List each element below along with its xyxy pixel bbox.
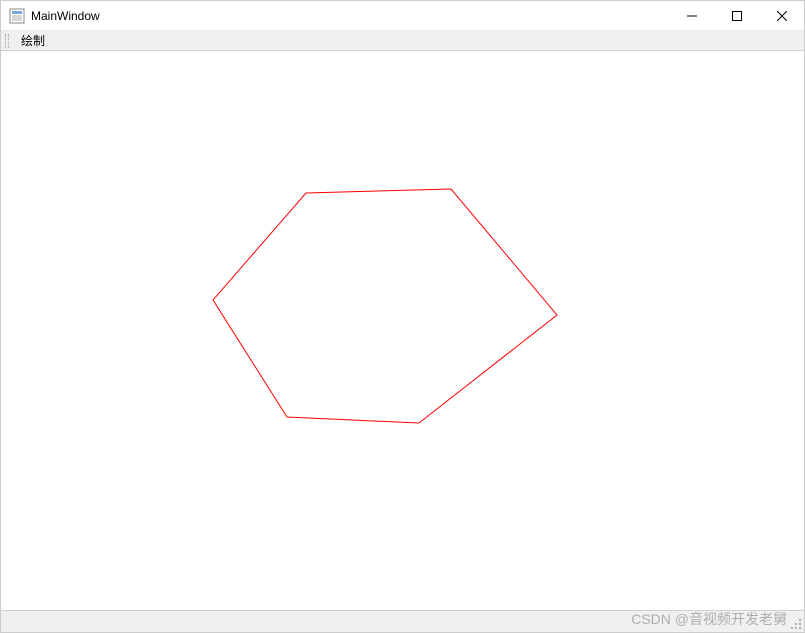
window-title: MainWindow — [31, 9, 669, 23]
canvas-area[interactable] — [1, 51, 804, 610]
toolbar-grip-icon[interactable] — [5, 34, 9, 48]
titlebar[interactable]: MainWindow — [1, 1, 804, 31]
menu-item-draw[interactable]: 绘制 — [13, 31, 53, 50]
main-window: MainWindow 绘制 — [0, 0, 805, 633]
window-controls — [669, 1, 804, 30]
statusbar — [1, 610, 804, 632]
hexagon-shape — [213, 189, 557, 423]
app-icon — [9, 8, 25, 24]
maximize-button[interactable] — [714, 1, 759, 30]
drawing-canvas — [1, 51, 804, 610]
minimize-button[interactable] — [669, 1, 714, 30]
resize-grip-icon[interactable] — [788, 616, 802, 630]
close-button[interactable] — [759, 1, 804, 30]
menubar: 绘制 — [1, 31, 804, 51]
